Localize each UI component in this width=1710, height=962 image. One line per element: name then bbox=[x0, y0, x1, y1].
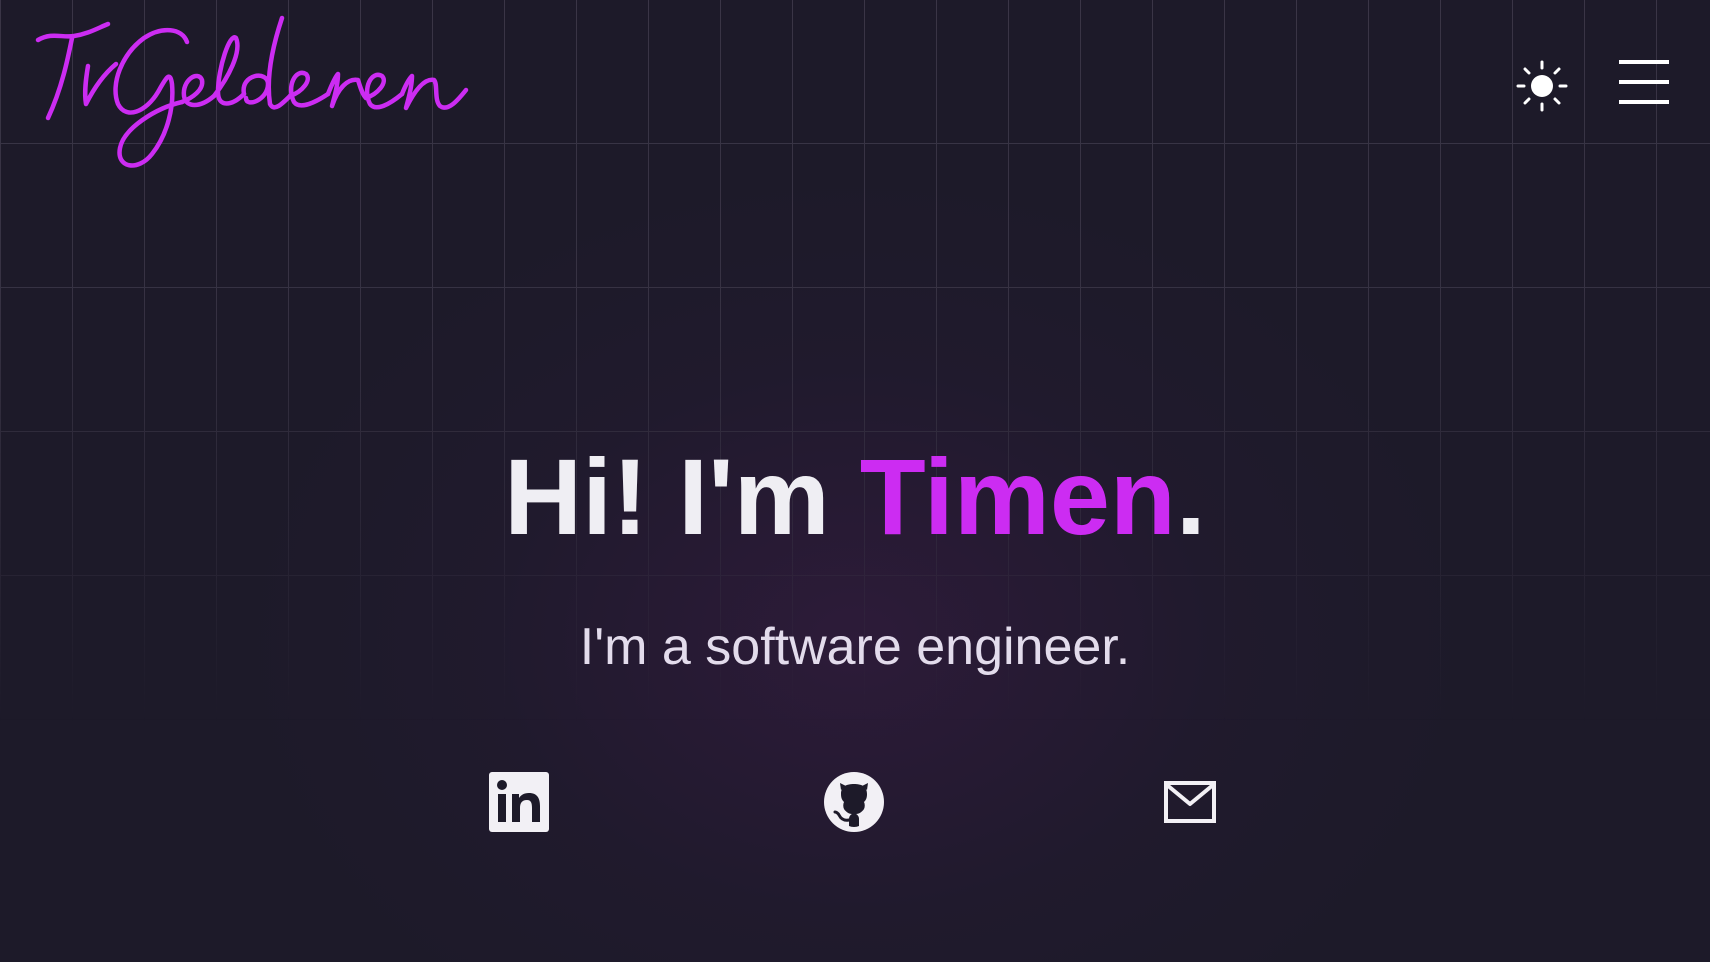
email-icon bbox=[1164, 781, 1216, 823]
hamburger-menu-icon bbox=[1619, 60, 1669, 104]
menu-button[interactable] bbox=[1618, 58, 1670, 108]
logo-link[interactable] bbox=[32, 8, 472, 178]
hero-greeting: Hi! I'm bbox=[504, 436, 830, 557]
site-header bbox=[0, 0, 1710, 170]
linkedin-icon bbox=[489, 772, 549, 832]
github-link[interactable] bbox=[822, 770, 886, 834]
sun-icon bbox=[1516, 60, 1568, 112]
signature-logo bbox=[35, 15, 469, 168]
email-link[interactable] bbox=[1158, 770, 1222, 834]
hero-period: . bbox=[1175, 436, 1206, 557]
hero-title: Hi! I'm Timen. bbox=[0, 432, 1710, 562]
linkedin-link[interactable] bbox=[487, 770, 551, 834]
github-icon bbox=[824, 772, 884, 832]
page: Hi! I'm Timen. I'm a software engineer. bbox=[0, 0, 1710, 962]
theme-toggle-button[interactable] bbox=[1516, 60, 1568, 112]
hero-subtitle: I'm a software engineer. bbox=[579, 618, 1131, 676]
hero-name: Timen bbox=[859, 436, 1176, 557]
